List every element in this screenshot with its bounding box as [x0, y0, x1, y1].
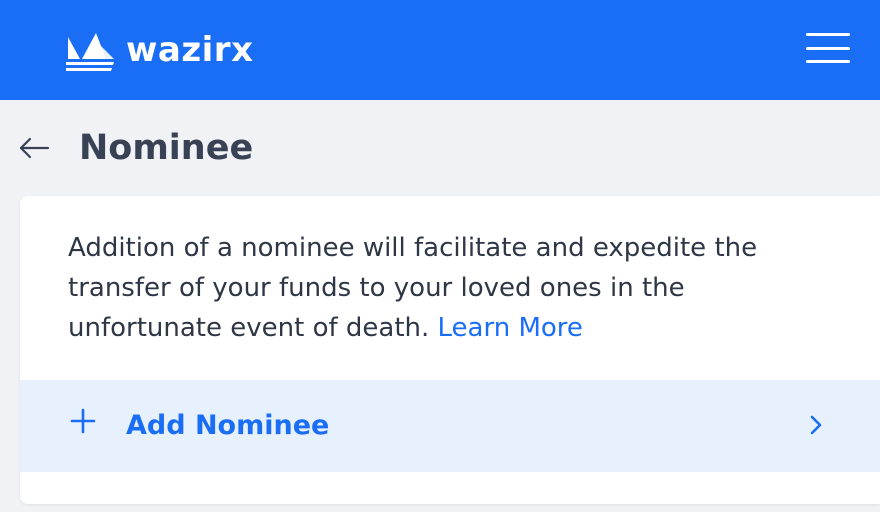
learn-more-link[interactable]: Learn More	[438, 313, 583, 343]
add-nominee-label: Add Nominee	[126, 410, 330, 441]
brand-logo[interactable]: wazirx	[66, 30, 254, 71]
hamburger-menu-icon	[806, 33, 850, 36]
arrow-left-icon[interactable]	[18, 136, 50, 160]
plus-icon	[70, 408, 96, 434]
hamburger-menu-button[interactable]	[804, 30, 852, 66]
page-header: Nominee	[0, 100, 880, 196]
chevron-right-icon	[810, 415, 822, 435]
add-nominee-button[interactable]: Add Nominee	[20, 380, 880, 472]
nominee-card: Addition of a nominee will facilitate an…	[20, 196, 880, 504]
description-text: Addition of a nominee will facilitate an…	[68, 233, 758, 343]
hamburger-menu-icon	[806, 46, 850, 50]
wazirx-logo-icon	[66, 33, 114, 71]
top-navbar: wazirx	[0, 0, 880, 100]
nominee-description: Addition of a nominee will facilitate an…	[68, 228, 788, 348]
brand-name: wazirx	[126, 30, 254, 70]
page-title: Nominee	[79, 128, 254, 168]
hamburger-menu-icon	[806, 60, 850, 63]
